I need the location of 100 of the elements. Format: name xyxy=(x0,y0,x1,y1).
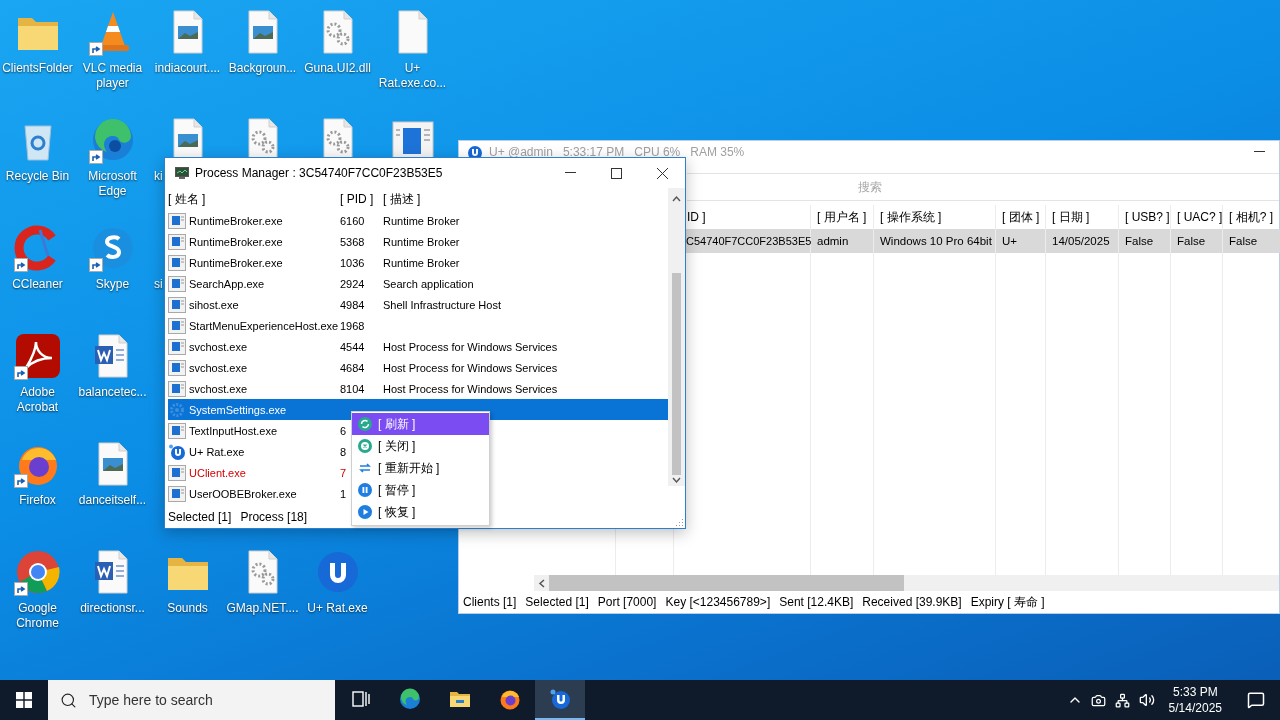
menu-item[interactable]: [ 重新开始 ] xyxy=(352,457,489,479)
swap-arrows-icon xyxy=(358,461,372,475)
process-name[interactable]: svchost.exe xyxy=(189,340,248,353)
process-id: 7 xyxy=(340,466,347,479)
refresh-icon xyxy=(358,417,372,431)
scroll-down-icon[interactable] xyxy=(672,475,681,486)
process-name[interactable]: StartMenuExperienceHost.exe xyxy=(189,319,339,332)
window-icon xyxy=(168,296,186,313)
window-icon xyxy=(168,485,186,502)
process-name[interactable]: sihost.exe xyxy=(189,298,239,311)
status-text: Selected [1] xyxy=(525,595,589,609)
window-icon xyxy=(168,275,186,292)
process-name[interactable]: SearchApp.exe xyxy=(189,277,265,290)
column-header[interactable]: [ 操作系统 ] xyxy=(880,208,942,226)
desktop-icon-label[interactable]: Google Chrome xyxy=(0,601,75,631)
process-description: Host Process for Windows Services xyxy=(383,340,558,353)
edge-icon xyxy=(398,687,422,711)
column-header[interactable]: [ USB? ] xyxy=(1125,210,1170,224)
process-id: 1968 xyxy=(340,319,365,332)
status-text: Received [39.9KB] xyxy=(862,595,962,609)
scroll-left-icon[interactable] xyxy=(538,578,545,588)
maximize-icon xyxy=(610,167,622,179)
search-icon xyxy=(60,691,77,709)
column-header[interactable]: [ 相机? ] xyxy=(1229,208,1273,226)
taskbar-search-field[interactable]: Type here to search xyxy=(48,680,335,720)
column-header[interactable]: [ 用户名 ] xyxy=(817,208,867,226)
process-name[interactable]: RuntimeBroker.exe xyxy=(189,256,283,269)
process-name[interactable]: svchost.exe xyxy=(189,361,248,374)
gear-icon xyxy=(168,401,186,418)
window-icon xyxy=(168,233,186,250)
desktop-icon-label[interactable]: Sounds xyxy=(167,601,208,616)
menu-item[interactable]: [ 恢复 ] xyxy=(352,501,489,523)
status-text: Selected [1] xyxy=(168,510,232,524)
table-cell: U+ xyxy=(996,229,1046,253)
clock-time: 5:33 PM xyxy=(1172,684,1218,700)
window-icon xyxy=(168,359,186,376)
process-name[interactable]: U+ Rat.exe xyxy=(189,445,245,458)
table-cell: False xyxy=(1171,229,1223,253)
table-cell: False xyxy=(1223,229,1280,253)
column-header[interactable]: [ 日期 ] xyxy=(1052,208,1090,226)
table-cell: 14/05/2025 xyxy=(1046,229,1119,253)
process-id: 8 xyxy=(340,445,347,458)
taskbar-search-input[interactable]: Type here to search xyxy=(87,691,311,709)
column-header[interactable]: [ 描述 ] xyxy=(383,190,421,208)
taskbar-app-button[interactable] xyxy=(535,680,585,720)
status-text: Sent [12.4KB] xyxy=(779,595,854,609)
process-description: Shell Infrastructure Host xyxy=(383,298,501,311)
notification-icon xyxy=(1247,691,1265,709)
resize-grip-icon xyxy=(674,517,683,526)
window-title: U+ @admin 5:33:17 PM CPU 6% RAM 35% xyxy=(489,145,745,159)
process-id: 6 xyxy=(340,424,347,437)
menu-item[interactable]: [ 暂停 ] xyxy=(352,479,489,501)
status-text: Key [<123456789>] xyxy=(665,595,771,609)
process-description: Search application xyxy=(383,277,474,290)
cup-logo-icon xyxy=(168,443,186,460)
acrobat-icon xyxy=(13,332,62,380)
process-name[interactable]: UClient.exe xyxy=(189,466,246,479)
process-id: 2924 xyxy=(340,277,365,290)
process-name[interactable]: SystemSettings.exe xyxy=(189,403,287,416)
process-name[interactable]: UserOOBEBroker.exe xyxy=(189,487,297,500)
play-icon xyxy=(358,505,372,519)
column-header[interactable]: [ UAC? ] xyxy=(1177,210,1223,224)
table-cell: Windows 10 Pro 64bit xyxy=(874,229,996,253)
horizontal-scrollbar[interactable] xyxy=(534,575,1279,591)
close-icon xyxy=(358,439,372,453)
minimize-icon xyxy=(564,172,576,174)
process-id: 4984 xyxy=(340,298,365,311)
process-name[interactable]: RuntimeBroker.exe xyxy=(189,235,283,248)
window-icon xyxy=(168,422,186,439)
speaker-icon xyxy=(1138,692,1155,708)
column-header[interactable]: [ 姓名 ] xyxy=(168,190,340,208)
process-description: Runtime Broker xyxy=(383,235,460,248)
pause-icon xyxy=(358,483,372,497)
window-icon xyxy=(168,317,186,334)
window-title: Process Manager : 3C54740F7CC0F23B53E5 xyxy=(195,166,443,180)
network-icon xyxy=(1115,692,1131,708)
minimize-icon xyxy=(1253,151,1265,153)
process-id: 1036 xyxy=(340,256,365,269)
column-header[interactable]: ID ] xyxy=(687,210,706,224)
column-header[interactable]: [ PID ] xyxy=(340,192,383,206)
process-name[interactable]: RuntimeBroker.exe xyxy=(189,214,283,227)
column-header[interactable]: [ 团体 ] xyxy=(1002,208,1040,226)
menu-item[interactable]: [ 刷新 ] xyxy=(352,413,489,435)
menu-item[interactable]: [ 关闭 ] xyxy=(352,435,489,457)
desktop-icon-label[interactable]: directionsr... xyxy=(80,601,145,616)
process-name[interactable]: svchost.exe xyxy=(189,382,248,395)
process-description: Host Process for Windows Services xyxy=(383,382,558,395)
process-id: 4544 xyxy=(340,340,365,353)
status-text: Expiry [ 寿命 ] xyxy=(970,593,1045,611)
desktop-icon-label[interactable]: danceitself... xyxy=(78,493,147,508)
window-icon xyxy=(168,254,186,271)
vertical-scrollbar[interactable] xyxy=(668,188,685,486)
clock[interactable]: 5:33 PM 5/14/2025 xyxy=(1158,684,1232,716)
desktop-icon-label[interactable]: GMap.NET.... xyxy=(226,601,299,616)
status-text: Process [18] xyxy=(240,510,308,524)
search-field[interactable]: 搜索 xyxy=(687,173,1279,201)
process-name[interactable]: TextInputHost.exe xyxy=(189,424,278,437)
clock-date: 5/14/2025 xyxy=(1168,700,1222,716)
desktop-icon-label[interactable]: U+ Rat.exe xyxy=(307,601,368,616)
process-description: Host Process for Windows Services xyxy=(383,361,558,374)
